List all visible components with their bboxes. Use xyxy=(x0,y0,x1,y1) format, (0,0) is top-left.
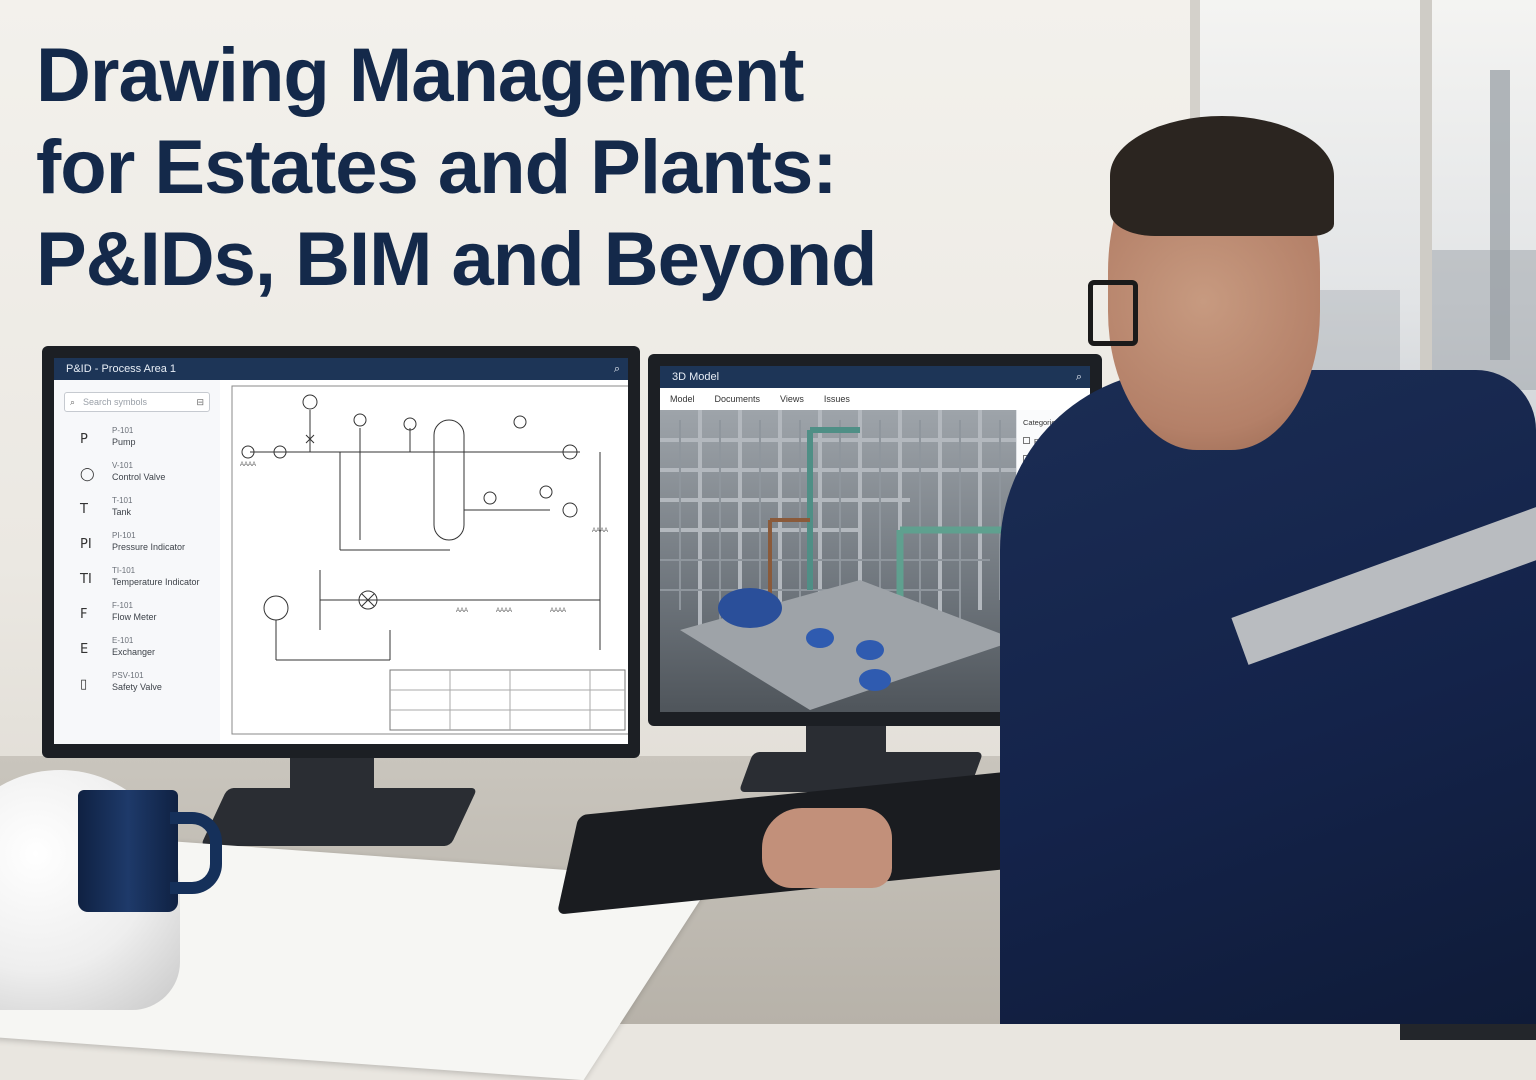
engineer-hand xyxy=(762,808,892,888)
svg-text:AAA: AAA xyxy=(456,608,468,614)
symbol-name: Tank xyxy=(112,507,132,517)
model-window-title: 3D Model xyxy=(672,371,720,383)
engineer-hair xyxy=(1110,116,1334,236)
mug-handle xyxy=(170,812,222,894)
symbol-name: Pump xyxy=(112,437,136,447)
coffee-mug xyxy=(78,790,178,912)
symbol-name: Flow Meter xyxy=(112,612,157,622)
symbol-item[interactable]: ▯ PSV-101 Safety Valve xyxy=(66,669,220,704)
symbol-tag: V-101 xyxy=(112,461,133,470)
symbol-search-input[interactable]: ⌕ Search symbols ⊟ xyxy=(64,392,210,412)
menu-item-documents[interactable]: Documents xyxy=(705,388,771,410)
checkbox[interactable] xyxy=(1023,437,1030,444)
refinery-structure xyxy=(1432,250,1536,390)
symbol-library-sidebar: ⌕ Search symbols ⊟ P P-101 Pump ◯ V-101 Contr… xyxy=(54,380,221,744)
symbol-glyph: ▯ xyxy=(80,677,88,692)
headline: Drawing Management for Estates and Plant… xyxy=(36,30,1076,306)
left-monitor: P&ID - Process Area 1 ⌕ ⌕ Search symbols… xyxy=(42,346,640,758)
symbol-item[interactable]: TI TI-101 Temperature Indicator xyxy=(66,564,220,599)
pid-app-window: P&ID - Process Area 1 ⌕ ⌕ Search symbols… xyxy=(54,358,628,744)
svg-text:AAAA: AAAA xyxy=(550,608,566,614)
symbol-glyph: PI xyxy=(80,537,92,552)
symbol-tag: F-101 xyxy=(112,601,133,610)
symbol-name: Exchanger xyxy=(112,647,156,657)
symbol-glyph: P xyxy=(80,432,88,447)
symbol-glyph: ◯ xyxy=(80,467,95,482)
left-monitor-base xyxy=(200,788,478,846)
symbol-item[interactable]: T T-101 Tank xyxy=(66,494,220,529)
symbol-glyph: T xyxy=(80,502,88,517)
symbol-name: Temperature Indicator xyxy=(112,577,200,587)
svg-text:AAAA: AAAA xyxy=(592,528,608,534)
filter-icon[interactable]: ⊟ xyxy=(196,393,204,411)
pid-window-title: P&ID - Process Area 1 xyxy=(66,363,177,375)
symbol-item[interactable]: PI PI-101 Pressure Indicator xyxy=(66,529,220,564)
headline-line-2: for Estates and Plants: xyxy=(36,125,838,210)
engineer-jacket xyxy=(1000,370,1536,1024)
symbol-item[interactable]: E E-101 Exchanger xyxy=(66,634,220,669)
svg-text:AAAA: AAAA xyxy=(496,608,512,614)
3d-model-viewport[interactable] xyxy=(660,410,1017,712)
model-menu-bar: Model Documents Views Issues xyxy=(660,388,1090,411)
menu-item-model[interactable]: Model xyxy=(660,388,705,410)
symbol-glyph: F xyxy=(80,607,88,622)
symbol-name: Pressure Indicator xyxy=(112,542,186,552)
symbol-item[interactable]: ◯ V-101 Control Valve xyxy=(66,459,220,494)
symbol-item[interactable]: P P-101 Pump xyxy=(66,424,220,459)
eyeglasses xyxy=(1088,280,1138,346)
pid-vessel-symbol xyxy=(433,419,465,541)
menu-item-views[interactable]: Views xyxy=(770,388,814,410)
headline-line-1: Drawing Management xyxy=(36,33,804,118)
pid-titlebar: P&ID - Process Area 1 ⌕ xyxy=(54,358,628,380)
symbol-tag: PSV-101 xyxy=(112,671,144,680)
3d-plant-model xyxy=(660,410,1017,710)
search-icon[interactable]: ⌕ xyxy=(1076,366,1082,388)
pid-drawing-canvas[interactable]: AAAA AAAA AAA AAAA AAAA xyxy=(220,380,628,744)
symbol-name: Control Valve xyxy=(112,472,166,482)
model-titlebar: 3D Model ⌕ xyxy=(660,366,1090,388)
svg-text:AAAA: AAAA xyxy=(240,462,256,468)
symbol-list: P P-101 Pump ◯ V-101 Control Valve T T-101 Tank P… xyxy=(54,424,220,704)
search-placeholder: Search symbols xyxy=(83,397,148,407)
search-icon: ⌕ xyxy=(70,397,76,407)
symbol-glyph: E xyxy=(80,642,89,657)
pid-diagram: AAAA AAAA AAA AAAA AAAA xyxy=(231,385,628,735)
symbol-name: Safety Valve xyxy=(112,682,162,692)
symbol-tag: E-101 xyxy=(112,636,134,645)
symbol-item[interactable]: F F-101 Flow Meter xyxy=(66,599,220,634)
blue-tank xyxy=(718,588,782,628)
menu-item-issues[interactable]: Issues xyxy=(814,388,860,410)
symbol-glyph: TI xyxy=(80,572,92,587)
headline-line-3: P&IDs, BIM and Beyond xyxy=(36,217,877,302)
search-icon[interactable]: ⌕ xyxy=(614,358,620,380)
symbol-tag: P-101 xyxy=(112,426,134,435)
symbol-tag: TI-101 xyxy=(112,566,136,575)
symbol-tag: PI-101 xyxy=(112,531,136,540)
symbol-tag: T-101 xyxy=(112,496,133,505)
